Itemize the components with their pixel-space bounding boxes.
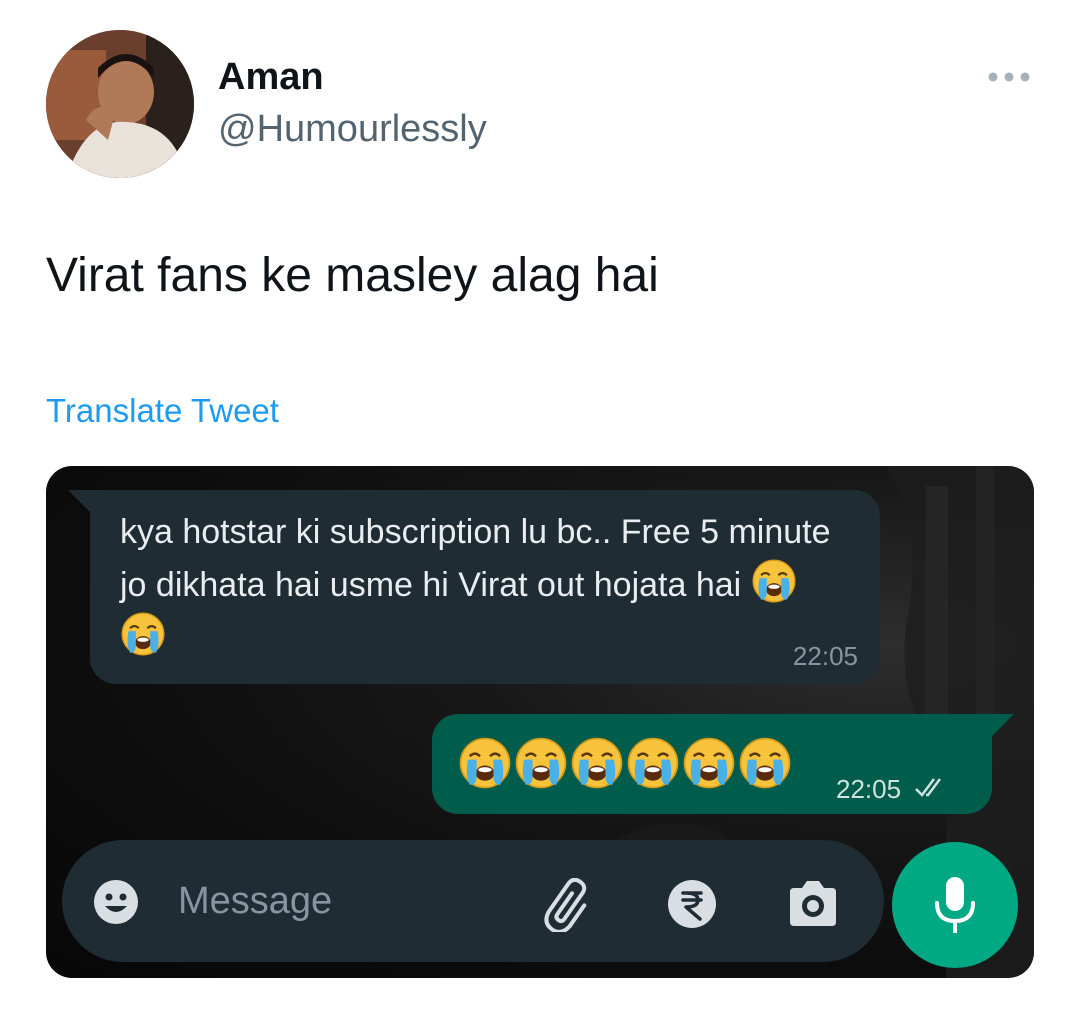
- paperclip-icon[interactable]: [542, 878, 596, 932]
- incoming-bubble-tail: [68, 490, 92, 514]
- outgoing-bubble-tail: [992, 714, 1014, 736]
- crying-emoji-icon: [120, 611, 166, 657]
- smiley-icon[interactable]: [92, 878, 140, 926]
- incoming-message-body: kya hotstar ki subscription lu bc.. Free…: [120, 513, 831, 604]
- outgoing-message-bubble[interactable]: 22:05: [432, 714, 992, 814]
- crying-emoji-icon: [570, 736, 624, 790]
- camera-icon[interactable]: [786, 878, 840, 928]
- incoming-message-time: 22:05: [792, 641, 858, 671]
- crying-emoji-icon: [751, 558, 797, 604]
- tweet-media-image[interactable]: kya hotstar ki subscription lu bc.. Free…: [46, 466, 1034, 978]
- avatar[interactable]: [46, 30, 194, 178]
- message-input-bar[interactable]: Message: [62, 840, 884, 962]
- crying-emoji-icon: [682, 736, 736, 790]
- outgoing-message-time: 22:05: [836, 774, 902, 804]
- crying-emoji-icon: [626, 736, 680, 790]
- display-name[interactable]: Aman: [218, 56, 324, 99]
- crying-emoji-icon: [738, 736, 792, 790]
- incoming-message-text: kya hotstar ki subscription lu bc.. Free…: [120, 506, 850, 664]
- message-input[interactable]: Message: [178, 880, 332, 923]
- more-horizontal-icon[interactable]: [984, 66, 1034, 88]
- tweet-text: Virat fans ke masley alag hai: [46, 249, 659, 302]
- user-handle[interactable]: @Humourlessly: [218, 108, 487, 151]
- tweet-card: Aman @Humourlessly Virat fans ke masley …: [0, 0, 1080, 1014]
- incoming-message-bubble[interactable]: kya hotstar ki subscription lu bc.. Free…: [90, 490, 880, 684]
- translate-tweet-link[interactable]: Translate Tweet: [46, 392, 279, 430]
- double-check-icon: [915, 778, 941, 797]
- rupee-icon[interactable]: [666, 878, 718, 930]
- outgoing-emoji-row: [458, 736, 792, 792]
- microphone-icon: [935, 877, 975, 933]
- crying-emoji-icon: [514, 736, 568, 790]
- microphone-button[interactable]: [892, 842, 1018, 968]
- crying-emoji-icon: [458, 736, 512, 790]
